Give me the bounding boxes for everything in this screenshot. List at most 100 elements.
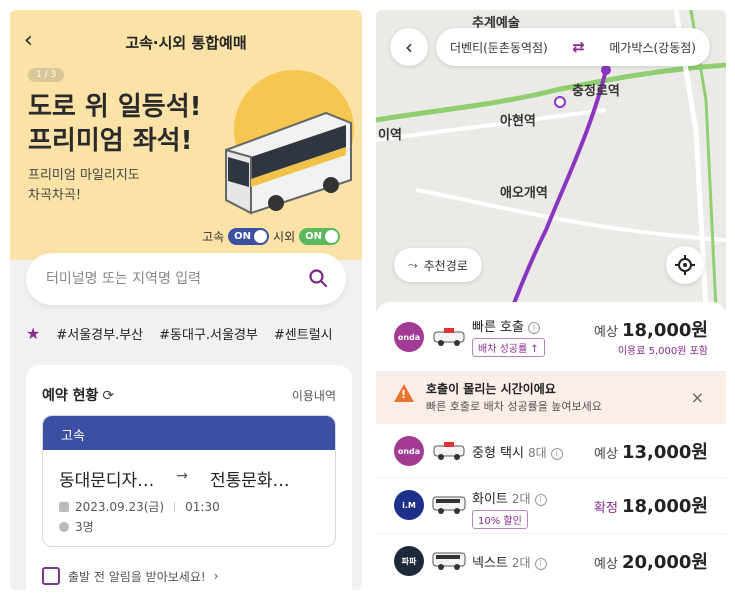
- current-location-button[interactable]: [666, 246, 704, 284]
- taxi-option-white[interactable]: i.M 화이트 2대 i 10% 할인 확정 18,000원: [376, 478, 726, 534]
- option-name: 중형 택시 8대 i: [472, 442, 563, 461]
- hashtag-item[interactable]: #센트럴시: [274, 324, 333, 343]
- star-icon: ★: [26, 324, 41, 343]
- success-rate-chip: 배차 성공률 ↑: [472, 338, 545, 357]
- info-icon[interactable]: i: [534, 557, 547, 570]
- search-icon[interactable]: [308, 268, 328, 288]
- ticket-origin: 동대문디자…: [59, 471, 155, 491]
- ticket-time: 01:30: [185, 499, 220, 514]
- fee-note: 이용료 5,000원 포함: [617, 346, 708, 357]
- option-name: 빠른 호출 i: [472, 316, 540, 335]
- reservation-card: 예약 현황 ⟳ 이용내역 고속 동대문디자… → 전통문화… 2023.09.23…: [26, 365, 352, 590]
- banner-pager: 1 / 3: [28, 68, 65, 82]
- info-icon[interactable]: i: [550, 447, 563, 460]
- map-label: 충정로역: [572, 84, 620, 99]
- departure-alert-link[interactable]: 출발 전 알림을 받아보세요! ›: [42, 567, 219, 585]
- option-price: 예상 18,000원: [594, 316, 708, 342]
- im-logo-icon: i.M: [394, 490, 424, 520]
- toggle-express[interactable]: ON: [228, 228, 270, 245]
- taxi-option-fast-call[interactable]: onda 빠른 호출 i 배차 성공률 ↑ 예상 18,000원 이용료 5,000…: [376, 302, 726, 372]
- back-arrow-icon: ‹: [405, 35, 413, 59]
- calendar-alarm-icon: [42, 567, 60, 585]
- price-prefix: 확정: [594, 501, 618, 516]
- ticket-datetime: 2023.09.23(금) 01:30: [59, 498, 220, 515]
- option-name-text: 넥스트: [472, 556, 508, 571]
- ticket-people-count: 3명: [75, 520, 94, 534]
- ticket-date: 2023.09.23(금): [75, 500, 165, 514]
- banner-sub-1: 프리미엄 마일리지도: [28, 168, 140, 183]
- option-name-text: 화이트: [472, 492, 508, 507]
- ticket-card[interactable]: 고속 동대문디자… → 전통문화… 2023.09.23(금) 01:30 3명: [42, 415, 336, 547]
- price-value: 20,000원: [621, 552, 708, 573]
- ticket-type: 고속: [43, 416, 335, 450]
- option-name: 넥스트 2대 i: [472, 552, 547, 571]
- ticket-destination: 전통문화…: [209, 471, 290, 491]
- warning-triangle-icon: !: [394, 384, 414, 402]
- locate-crosshair-icon: [675, 255, 695, 275]
- page-title: 고속·시외 통합예매: [125, 34, 247, 52]
- option-name-text: 빠른 호출: [472, 320, 524, 335]
- option-price: 확정 18,000원: [594, 492, 708, 518]
- price-prefix: 예상: [594, 557, 618, 572]
- calendar-small-icon: [59, 501, 69, 512]
- taxi-options-sheet: onda 빠른 호출 i 배차 성공률 ↑ 예상 18,000원 이용료 5,000…: [376, 302, 726, 590]
- refresh-icon[interactable]: ⟳: [102, 388, 114, 404]
- toggle-intercity-state: ON: [305, 231, 322, 242]
- papa-logo-icon: 파파: [394, 546, 424, 576]
- map-label: 애오개역: [500, 186, 548, 201]
- onda-logo-icon: onda: [394, 322, 424, 352]
- promo-banner[interactable]: ‹ 고속·시외 통합예매 1 / 3 도로 위 일등석! 프리미엄 좌석! 프리…: [10, 10, 362, 260]
- surge-warning-banner: ! 호출이 몰리는 시간이에요 빠른 호출로 배차 성공률을 높여보세요 ×: [376, 372, 726, 424]
- ticket-people: 3명: [59, 518, 94, 535]
- banner-headline-1: 도로 위 일등석!: [28, 92, 202, 122]
- van-icon: [432, 552, 466, 570]
- info-icon[interactable]: i: [527, 321, 540, 334]
- hashtag-item[interactable]: #서울경부.부산: [56, 324, 143, 343]
- price-value: 18,000원: [621, 496, 708, 517]
- map-label: 이역: [378, 128, 402, 143]
- origin-destination-box[interactable]: 더벤티(둔촌동역점) ⇄ 메가박스(강동점): [436, 28, 710, 66]
- bus-reservation-screen: ‹ 고속·시외 통합예매 1 / 3 도로 위 일등석! 프리미엄 좌석! 프리…: [10, 10, 362, 590]
- info-icon[interactable]: i: [534, 493, 547, 506]
- swap-icon[interactable]: ⇄: [572, 38, 585, 56]
- recommended-route-label: 추천경로: [423, 258, 468, 273]
- chevron-right-icon: ›: [213, 569, 219, 583]
- recommended-route-button[interactable]: ⤳ 추천경로: [394, 248, 482, 282]
- option-count: 8대: [527, 446, 547, 460]
- close-icon[interactable]: ×: [691, 388, 704, 407]
- toggle-express-state: ON: [234, 231, 252, 242]
- price-value: 13,000원: [621, 442, 708, 463]
- price-prefix: 예상: [594, 447, 618, 462]
- toggle-express-label: 고속: [202, 230, 225, 244]
- history-link[interactable]: 이용내역: [292, 387, 336, 404]
- bus-illustration-icon: [225, 111, 352, 215]
- price-value: 18,000원: [621, 320, 708, 341]
- person-icon: [59, 521, 69, 532]
- map-label: 아현역: [500, 114, 536, 129]
- divider: [174, 501, 176, 512]
- banner-sub-2: 차곡차곡!: [28, 188, 82, 203]
- option-name: 화이트 2대 i: [472, 488, 547, 507]
- back-button[interactable]: ‹: [390, 28, 428, 66]
- taxi-car-icon: [433, 442, 465, 460]
- option-name-text: 중형 택시: [472, 446, 524, 461]
- hashtag-item[interactable]: #동대구.서울경부: [159, 324, 258, 343]
- terminal-search-input[interactable]: [46, 267, 296, 291]
- destination-text[interactable]: 메가박스(강동점): [609, 39, 696, 56]
- option-price: 예상 20,000원: [594, 548, 708, 574]
- route-map[interactable]: 추계예술 충정로역 아현역 애오개역 이역 ‹ 더벤티(둔촌동역점) ⇄ 메가박…: [376, 10, 726, 310]
- warning-subtitle: 빠른 호출로 배차 성공률을 높여보세요: [426, 400, 602, 413]
- option-price: 예상 13,000원: [594, 438, 708, 464]
- taxi-option-midsize[interactable]: onda 중형 택시 8대 i 예상 13,000원: [376, 424, 726, 478]
- reservation-title: 예약 현황 ⟳: [42, 385, 114, 405]
- taxi-option-next[interactable]: 파파 넥스트 2대 i 예상 20,000원: [376, 534, 726, 588]
- option-count: 2대: [511, 556, 531, 570]
- departure-alert-text: 출발 전 알림을 받아보세요!: [68, 569, 206, 584]
- ticket-route: 동대문디자… → 전통문화…: [59, 466, 290, 491]
- banner-headline-2: 프리미엄 좌석!: [28, 126, 193, 156]
- warning-title: 호출이 몰리는 시간이에요: [426, 382, 556, 396]
- origin-text[interactable]: 더벤티(둔촌동역점): [450, 39, 548, 56]
- terminal-search-box: [26, 253, 346, 305]
- taxi-call-screen: 추계예술 충정로역 아현역 애오개역 이역 ‹ 더벤티(둔촌동역점) ⇄ 메가박…: [376, 10, 726, 590]
- toggle-intercity[interactable]: ON: [299, 228, 340, 245]
